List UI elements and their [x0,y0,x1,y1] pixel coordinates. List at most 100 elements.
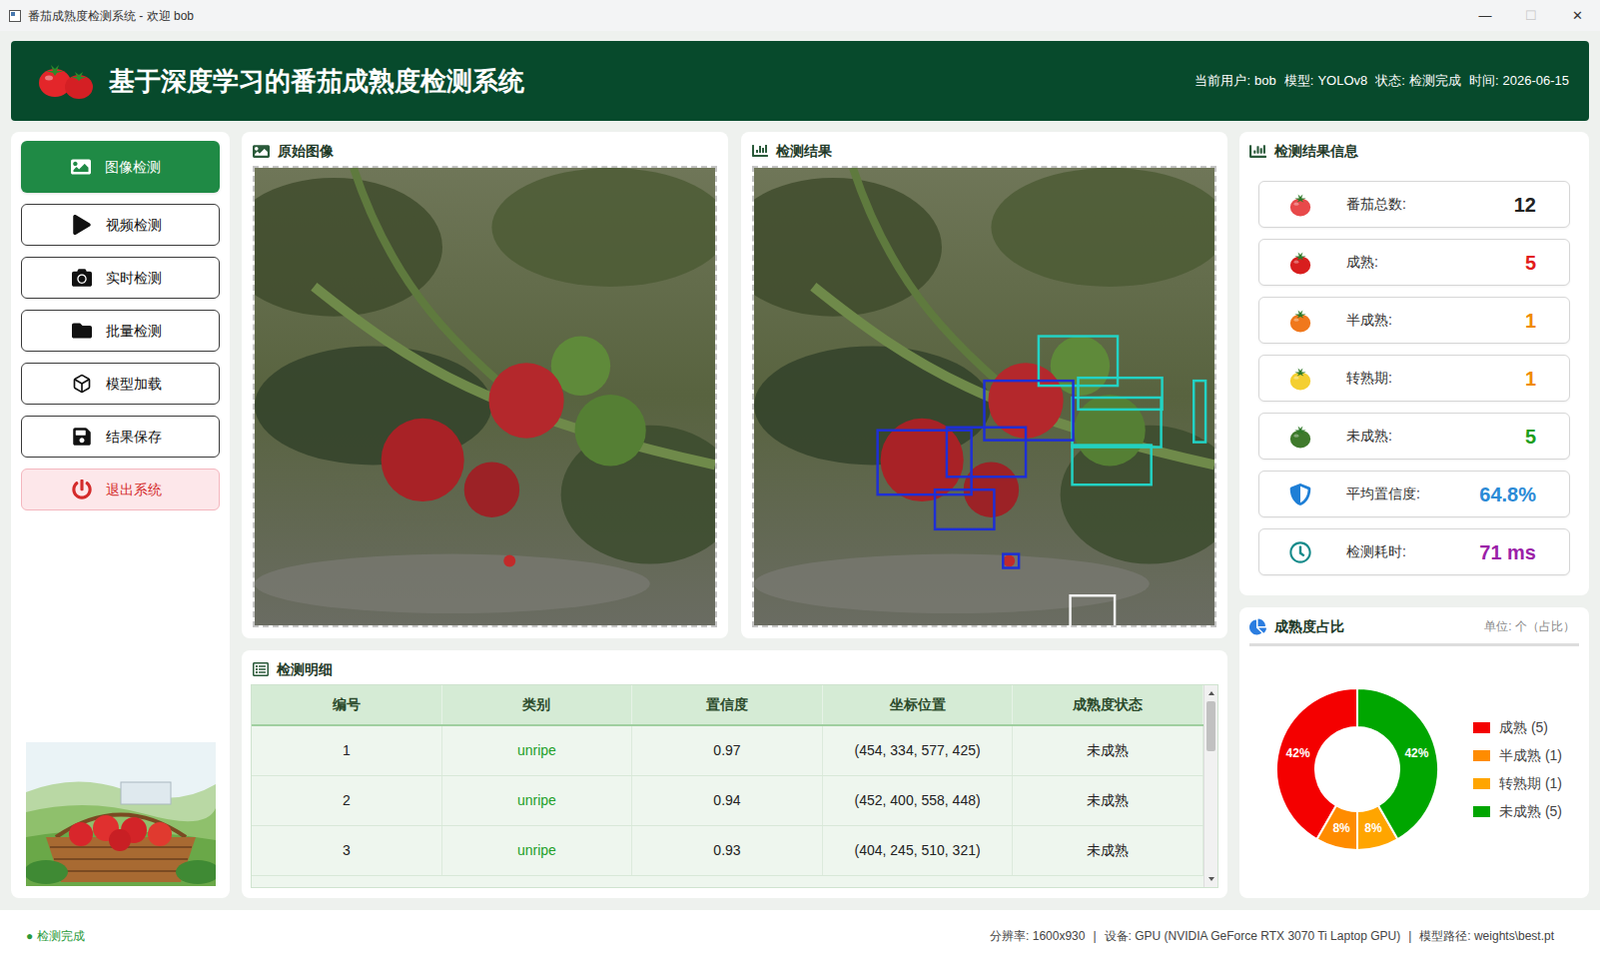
title-bar: 番茄成熟度检测系统 - 欢迎 bob—☐✕ [0,0,1600,31]
tomato-logo-icon [36,60,97,101]
sidebar-item[interactable]: 视频检测 [20,203,220,246]
legend-item: 成熟 (5) [1473,717,1563,739]
header-info: 当前用户:bob 模型:YOLOv8 状态:检测完成时间:2026-06-15 [1194,70,1570,91]
sidebar-item[interactable]: 模型加载 [20,362,220,405]
window-control-button[interactable]: ✕ [1554,0,1600,31]
column-header[interactable]: 坐标位置 [822,685,1014,725]
sidebar-item[interactable]: 批量检测 [20,309,220,352]
camera-icon [71,267,92,288]
ratio-panel: 成熟度占比单位: 个（占比）42%8%8%42%成熟 (5)半成熟 (1)转熟期… [1239,607,1590,898]
stat-value: 5 [1525,421,1537,452]
cube-icon [71,373,92,394]
legend-swatch [1473,750,1491,762]
column-header[interactable]: 类别 [442,685,634,725]
clock-icon [1289,541,1312,564]
stat-value: 64.8% [1479,479,1537,510]
original-image-panel: 原始图像 [241,131,729,639]
table-cell: unripe [442,776,634,825]
right-column: 检测结果信息番茄总数:12成熟:5半成熟:1转熟期:1未成熟:5平均置信度:64… [1239,131,1590,898]
sidebar-item-label: 模型加载 [105,373,162,395]
stat-value: 1 [1525,305,1537,336]
table-row[interactable]: 1unripe0.97(454, 334, 577, 425)未成熟 [251,726,1204,777]
status-item: 分辨率: 1600x930 [989,926,1085,945]
save-icon [71,426,92,447]
header-info-item: 状态:检测完成 [1375,70,1462,91]
sidebar-item-label: 视频检测 [105,214,162,236]
column-header[interactable]: 编号 [251,685,443,725]
bar-chart-icon [1249,142,1267,160]
column-header[interactable]: 成熟度状态 [1012,685,1204,725]
pie-chart-icon [1249,618,1267,636]
folder-icon [71,320,92,341]
stat-label: 半成熟: [1346,309,1393,331]
stat-label: 番茄总数: [1346,193,1407,215]
panel-header: 检测结果 [752,140,1217,161]
sidebar-item[interactable]: 图像检测 [20,140,220,193]
legend-item: 未成熟 (5) [1473,800,1563,822]
donut-segment[interactable] [1357,688,1439,839]
stat-card: 成熟:5 [1258,238,1571,286]
stat-label: 平均置信度: [1346,483,1421,505]
scroll-up-icon[interactable] [1207,687,1216,700]
scrollbar-thumb[interactable] [1206,701,1216,752]
panel-title: 检测结果信息 [1274,140,1359,162]
sidebar-item[interactable]: 结果保存 [20,415,220,458]
sidebar-item-label: 结果保存 [105,426,162,448]
window-control-button[interactable]: — [1462,0,1509,31]
sidebar-item[interactable]: 退出系统 [20,468,220,511]
table-row[interactable]: 3unripe0.93(404, 245, 510, 321)未成熟 [251,825,1204,876]
sidebar-item[interactable]: 实时检测 [20,256,220,299]
app-header: 基于深度学习的番茄成熟度检测系统当前用户:bob模型:YOLOv8状态:检测完成… [10,40,1590,121]
table-row[interactable]: 2unripe0.94(452, 400, 558, 448)未成熟 [251,776,1204,826]
stat-card: 未成熟: 5 [1258,412,1571,460]
stat-card: 平均置信度: 64.8% [1258,470,1571,518]
center-column: 原始图像 检测结果检测明细编号类别置信度坐标位置成熟度状态1unripe0.97(… [241,131,1228,898]
header-info-item: 模型:YOLOv8 [1284,70,1368,91]
table-cell: 未成熟 [1012,726,1204,776]
chart-divider [1249,643,1580,647]
sidebar-item-label: 实时检测 [105,267,162,289]
header-info-item: 当前用户:bob [1194,70,1276,91]
details-table: 编号类别置信度坐标位置成熟度状态1unripe0.97(454, 334, 57… [250,684,1219,888]
tomato-icon [1287,191,1314,218]
tomato-icon [1287,365,1314,392]
photo [754,167,1215,626]
panel-title: 原始图像 [277,140,334,162]
scroll-down-icon[interactable] [1207,872,1216,885]
segment-label: 8% [1364,820,1383,835]
table-cell: 未成熟 [1012,825,1204,875]
result-image-panel: 检测结果 [741,131,1228,639]
tomato-icon [1287,423,1314,450]
chart-unit: 单位: 个（占比） [1484,617,1576,636]
table-cell: 0.93 [632,825,823,875]
list-icon [252,661,269,678]
segment-label: 42% [1404,746,1429,761]
sidebar: 图像检测视频检测实时检测批量检测模型加载结果保存退出系统 [10,131,230,898]
image-icon [252,142,270,160]
stat-label: 未成熟: [1346,425,1393,447]
chart-title: 成熟度占比 [1274,616,1345,638]
table-scrollbar[interactable] [1203,685,1218,887]
status-separator: | [1408,926,1412,945]
stat-card: 转熟期:1 [1258,354,1571,402]
result-image [752,165,1217,628]
stat-value: 5 [1525,247,1537,278]
status-item: 设备: GPU (NVIDIA GeForce RTX 3070 Ti Lapt… [1104,926,1402,945]
donut-chart: 42%8%8%42%成熟 (5)半成熟 (1)转熟期 (1)未成熟 (5) [1249,646,1580,898]
header-info-item: 时间:2026-06-15 [1469,70,1570,91]
app-icon [8,9,21,22]
tomato-icon [1287,307,1314,334]
status-bar: ●检测完成分辨率: 1600x930|设备: GPU (NVIDIA GeFor… [0,909,1600,961]
legend-swatch [1473,722,1491,734]
bar-chart-icon [752,142,769,159]
legend-item: 半成熟 (1) [1473,745,1563,767]
original-image [252,165,718,628]
donut-segment[interactable] [1317,804,1359,850]
stat-value: 71 ms [1479,537,1537,568]
status-separator: | [1092,926,1096,945]
column-header[interactable]: 置信度 [632,685,823,725]
table-cell: (454, 334, 577, 425) [822,726,1014,776]
sidebar-item-label: 退出系统 [105,479,162,501]
details-panel: 检测明细编号类别置信度坐标位置成熟度状态1unripe0.97(454, 334… [241,650,1228,898]
stat-label: 检测耗时: [1346,541,1407,563]
